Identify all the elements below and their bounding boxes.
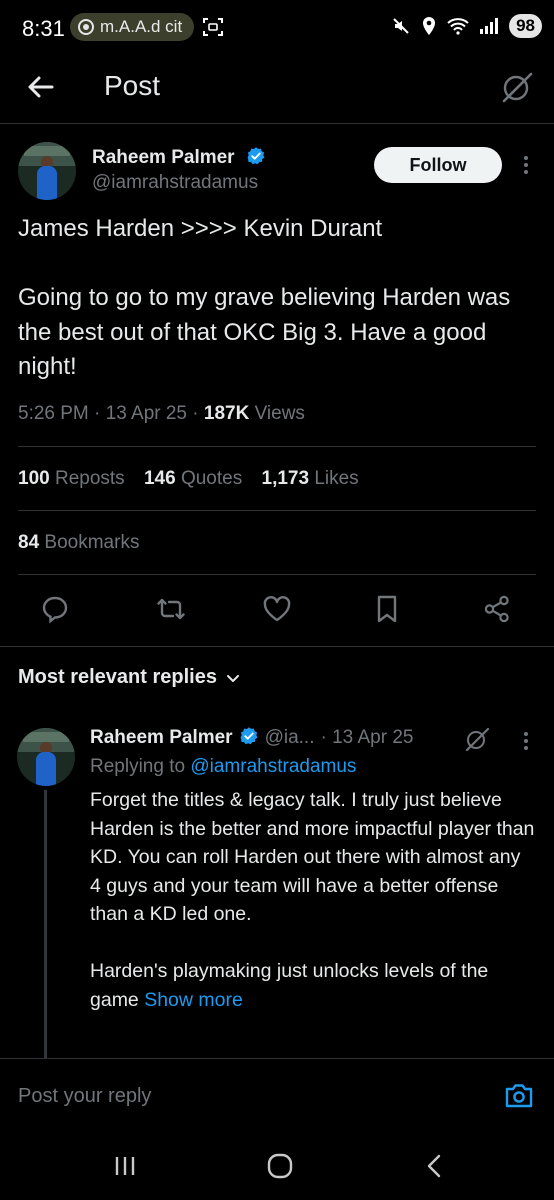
bookmark-icon[interactable] bbox=[372, 594, 402, 624]
reply-paragraph-2: Harden's playmaking just unlocks levels … bbox=[90, 960, 489, 1011]
more-options-icon[interactable] bbox=[516, 152, 536, 178]
post-time: 5:26 PM bbox=[18, 403, 89, 424]
author-name-row[interactable]: Raheem Palmer bbox=[92, 146, 266, 169]
status-time: 8:31 bbox=[22, 16, 65, 41]
home-icon[interactable] bbox=[265, 1152, 295, 1180]
reply-icon[interactable] bbox=[40, 594, 70, 624]
reply-author-name[interactable]: Raheem Palmer bbox=[90, 727, 233, 748]
replying-to: Replying to @iamrahstradamus bbox=[90, 756, 356, 778]
replying-handle-link[interactable]: @iamrahstradamus bbox=[190, 756, 356, 777]
reply-author-handle[interactable]: @ia... bbox=[265, 727, 315, 748]
divider bbox=[18, 510, 536, 511]
replying-prefix: Replying to bbox=[90, 756, 186, 777]
verified-badge-icon bbox=[240, 727, 257, 745]
show-more-link[interactable]: Show more bbox=[144, 989, 243, 1011]
post-text-paragraph: Going to go to my grave believing Harden… bbox=[18, 284, 511, 380]
reply-date: · 13 Apr 25 bbox=[320, 727, 414, 748]
thread-line bbox=[44, 790, 47, 1058]
grok-icon[interactable] bbox=[464, 726, 490, 752]
likes-stat[interactable]: 1,173 Likes bbox=[262, 468, 359, 489]
engagement-stats: 100 Reposts 146 Quotes 1,173 Likes bbox=[18, 468, 373, 490]
chevron-down-icon bbox=[226, 674, 239, 682]
divider bbox=[18, 574, 536, 575]
location-icon bbox=[423, 17, 436, 35]
media-pill[interactable]: m.A.A.d cit bbox=[70, 13, 194, 41]
author-handle[interactable]: @iamrahstradamus bbox=[92, 172, 258, 194]
post-text: James Harden >>>> Kevin Durant Going to … bbox=[18, 212, 538, 385]
bookmarks-stat[interactable]: 84 Bookmarks bbox=[18, 532, 139, 554]
post-date: 13 Apr 25 bbox=[105, 403, 187, 424]
mute-icon bbox=[393, 18, 409, 34]
media-playing-icon bbox=[78, 19, 94, 35]
post-meta: 5:26 PM · 13 Apr 25 · 187K Views bbox=[18, 403, 305, 424]
screenshot-icon bbox=[203, 18, 223, 36]
reply-more-options-icon[interactable] bbox=[516, 728, 536, 754]
reply-paragraph-1: Forget the titles & legacy talk. I truly… bbox=[90, 789, 535, 925]
back-arrow-icon[interactable] bbox=[24, 70, 58, 104]
reply-input[interactable] bbox=[18, 1079, 478, 1113]
wifi-icon bbox=[447, 18, 469, 35]
action-bar bbox=[0, 590, 554, 632]
repost-icon[interactable] bbox=[156, 594, 186, 624]
views-label: Views bbox=[254, 403, 305, 424]
status-bar: 8:31 m.A.A.d cit 98 bbox=[0, 0, 554, 56]
battery-indicator: 98 bbox=[509, 14, 542, 38]
author-name[interactable]: Raheem Palmer bbox=[92, 147, 235, 168]
grok-icon[interactable] bbox=[500, 70, 534, 104]
quotes-stat[interactable]: 146 Quotes bbox=[144, 468, 242, 489]
page-header: Post bbox=[0, 56, 554, 124]
system-nav-bar bbox=[0, 1130, 554, 1200]
replies-sort-dropdown[interactable]: Most relevant replies bbox=[18, 666, 241, 689]
camera-icon[interactable] bbox=[504, 1081, 534, 1109]
status-icons: 98 bbox=[391, 14, 542, 38]
reply-text: Forget the titles & legacy talk. I truly… bbox=[90, 786, 536, 1014]
media-title: m.A.A.d cit bbox=[100, 17, 183, 36]
reply-header: Raheem Palmer @ia... · 13 Apr 25 bbox=[90, 726, 413, 749]
reposts-stat[interactable]: 100 Reposts bbox=[18, 468, 125, 489]
back-nav-icon[interactable] bbox=[420, 1152, 450, 1180]
post-text-line1: James Harden >>>> Kevin Durant bbox=[18, 215, 383, 242]
reply-author-avatar[interactable] bbox=[17, 728, 75, 786]
share-icon[interactable] bbox=[482, 594, 512, 624]
views-count: 187K bbox=[203, 403, 250, 424]
author-avatar[interactable] bbox=[18, 142, 76, 200]
signal-icon bbox=[480, 18, 499, 34]
like-icon[interactable] bbox=[262, 594, 292, 624]
replies-sort-label: Most relevant replies bbox=[18, 666, 217, 688]
divider bbox=[18, 446, 536, 447]
verified-badge-icon bbox=[247, 147, 265, 165]
follow-button[interactable]: Follow bbox=[374, 147, 502, 183]
reply-composer bbox=[0, 1058, 554, 1128]
divider bbox=[0, 646, 554, 647]
recent-apps-icon[interactable] bbox=[110, 1152, 140, 1180]
page-title: Post bbox=[104, 70, 161, 101]
